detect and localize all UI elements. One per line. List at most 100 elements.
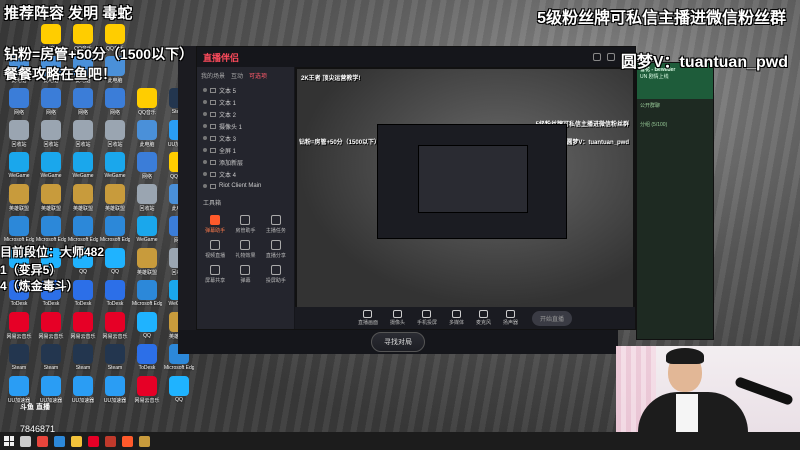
scene-item[interactable]: Riot Client Main: [197, 180, 294, 192]
visibility-icon[interactable]: [203, 88, 207, 92]
desktop-icon[interactable]: 此电脑: [132, 120, 162, 148]
lock-icon[interactable]: [210, 99, 216, 105]
desktop-icon[interactable]: 网络: [68, 88, 98, 116]
desktop-icon[interactable]: Steam: [36, 344, 66, 371]
lock-icon[interactable]: [210, 135, 216, 141]
desktop-icon[interactable]: 网络: [100, 88, 130, 116]
desktop-icon[interactable]: UU加速器: [68, 376, 98, 404]
desktop-icon[interactable]: UU加速器: [36, 376, 66, 404]
desktop-icon[interactable]: 网络: [4, 88, 34, 116]
desktop-icon[interactable]: WeGame: [36, 152, 66, 179]
desktop-icon[interactable]: Microsoft Edge: [100, 216, 130, 243]
desktop-icon[interactable]: 网络: [36, 88, 66, 116]
visibility-icon[interactable]: [203, 148, 207, 152]
explorer-icon[interactable]: [71, 435, 82, 447]
desktop-icon[interactable]: 网易云音乐: [68, 312, 98, 340]
windows-start-icon[interactable]: [4, 436, 14, 446]
tab-options[interactable]: 可选项: [249, 71, 267, 80]
desktop-icon[interactable]: QQ: [132, 312, 162, 339]
desktop-icon[interactable]: Microsoft Edge: [36, 216, 66, 243]
lol-icon[interactable]: [139, 435, 150, 447]
scene-item[interactable]: 文本 3: [197, 132, 294, 144]
visibility-icon[interactable]: [203, 160, 207, 164]
netease-icon[interactable]: [88, 435, 99, 447]
minimize-button[interactable]: [593, 53, 601, 61]
lock-icon[interactable]: [210, 123, 216, 129]
go-live-button[interactable]: 开始直播: [532, 310, 573, 326]
lock-icon[interactable]: [210, 87, 216, 93]
toolbox-item[interactable]: 屏幕共享: [203, 265, 227, 284]
desktop-icon[interactable]: Microsoft Edge: [132, 280, 162, 307]
desktop-icon[interactable]: 网络: [132, 152, 162, 180]
desktop-icon[interactable]: Steam: [68, 344, 98, 371]
preview-source-button[interactable]: 扬声器: [503, 310, 518, 326]
preview-source-button[interactable]: 直播画面: [358, 310, 378, 326]
scene-item[interactable]: 添加新层: [197, 156, 294, 168]
visibility-icon[interactable]: [203, 124, 207, 128]
scene-item[interactable]: 文本 2: [197, 108, 294, 120]
desktop-icon[interactable]: 回收站: [100, 120, 130, 148]
desktop-icon[interactable]: 回收站: [4, 120, 34, 148]
edge-icon[interactable]: [54, 435, 65, 447]
desktop-icon[interactable]: 英雄联盟: [68, 184, 98, 212]
toolbox-item[interactable]: 礼物效果: [233, 240, 257, 259]
desktop-icon[interactable]: Steam: [4, 344, 34, 371]
desktop-icon[interactable]: QQ: [164, 376, 194, 403]
search-icon[interactable]: [20, 435, 31, 447]
desktop-icon[interactable]: 英雄联盟: [36, 184, 66, 212]
desktop-icon[interactable]: 回收站: [36, 120, 66, 148]
desktop-icon[interactable]: WeGame: [100, 152, 130, 179]
lock-icon[interactable]: [210, 171, 216, 177]
desktop-icon[interactable]: ToDesk: [100, 280, 130, 307]
toolbox-item[interactable]: 投屏助手: [264, 265, 288, 284]
tab-my-scenes[interactable]: 我的场景: [201, 71, 225, 80]
desktop-icon[interactable]: QQ音乐: [132, 88, 162, 116]
preview-source-button[interactable]: 多媒体: [449, 310, 464, 326]
desktop-icon[interactable]: WeGame: [68, 152, 98, 179]
scene-item[interactable]: 文本 5: [197, 84, 294, 96]
desktop-icon[interactable]: Steam: [100, 344, 130, 371]
visibility-icon[interactable]: [203, 100, 207, 104]
lock-icon[interactable]: [210, 111, 216, 117]
scene-item[interactable]: 全屏 1: [197, 144, 294, 156]
desktop-icon[interactable]: UU加速器: [4, 376, 34, 404]
app-icon[interactable]: [105, 435, 116, 447]
toolbox-item[interactable]: 视频直播: [203, 240, 227, 259]
wegame-icon[interactable]: [122, 435, 133, 447]
desktop-icon[interactable]: Microsoft Edge: [68, 216, 98, 243]
visibility-icon[interactable]: [203, 184, 207, 188]
scene-item[interactable]: 摄像头 1: [197, 120, 294, 132]
lock-icon[interactable]: [210, 159, 216, 165]
toolbox-item[interactable]: 直播分享: [264, 240, 288, 259]
find-match-button[interactable]: 寻找对局: [371, 332, 425, 352]
scene-item[interactable]: 文本 1: [197, 96, 294, 108]
desktop-icon[interactable]: QQ: [100, 248, 130, 275]
preview-source-button[interactable]: 麦克风: [476, 310, 491, 326]
desktop-icon[interactable]: 回收站: [132, 184, 162, 212]
desktop-icon[interactable]: 网易云音乐: [4, 312, 34, 340]
chrome-icon[interactable]: [37, 435, 48, 447]
visibility-icon[interactable]: [203, 112, 207, 116]
toolbox-item[interactable]: 弹幕: [233, 265, 257, 284]
desktop-icon[interactable]: WeGame: [4, 152, 34, 179]
desktop-icon[interactable]: 英雄联盟: [4, 184, 34, 212]
lock-icon[interactable]: [210, 183, 216, 189]
desktop-icon[interactable]: 英雄联盟: [132, 248, 162, 276]
desktop-icon[interactable]: ToDesk: [132, 344, 162, 371]
scene-item[interactable]: 文本 4: [197, 168, 294, 180]
visibility-icon[interactable]: [203, 136, 207, 140]
visibility-icon[interactable]: [203, 172, 207, 176]
preview-source-button[interactable]: 手机投屏: [417, 310, 437, 326]
desktop-icon[interactable]: 网易云音乐: [100, 312, 130, 340]
desktop-icon[interactable]: UU加速器: [100, 376, 130, 404]
lock-icon[interactable]: [210, 147, 216, 153]
tab-interact[interactable]: 互动: [231, 71, 243, 80]
maximize-button[interactable]: [607, 53, 615, 61]
toolbox-item[interactable]: 弹幕助手: [203, 215, 227, 234]
toolbox-item[interactable]: 主播任务: [264, 215, 288, 234]
desktop-icon[interactable]: 英雄联盟: [100, 184, 130, 212]
desktop-icon[interactable]: 网易云音乐: [132, 376, 162, 404]
desktop-icon[interactable]: 回收站: [68, 120, 98, 148]
desktop-icon[interactable]: 网易云音乐: [36, 312, 66, 340]
desktop-icon[interactable]: Microsoft Edge: [4, 216, 34, 243]
